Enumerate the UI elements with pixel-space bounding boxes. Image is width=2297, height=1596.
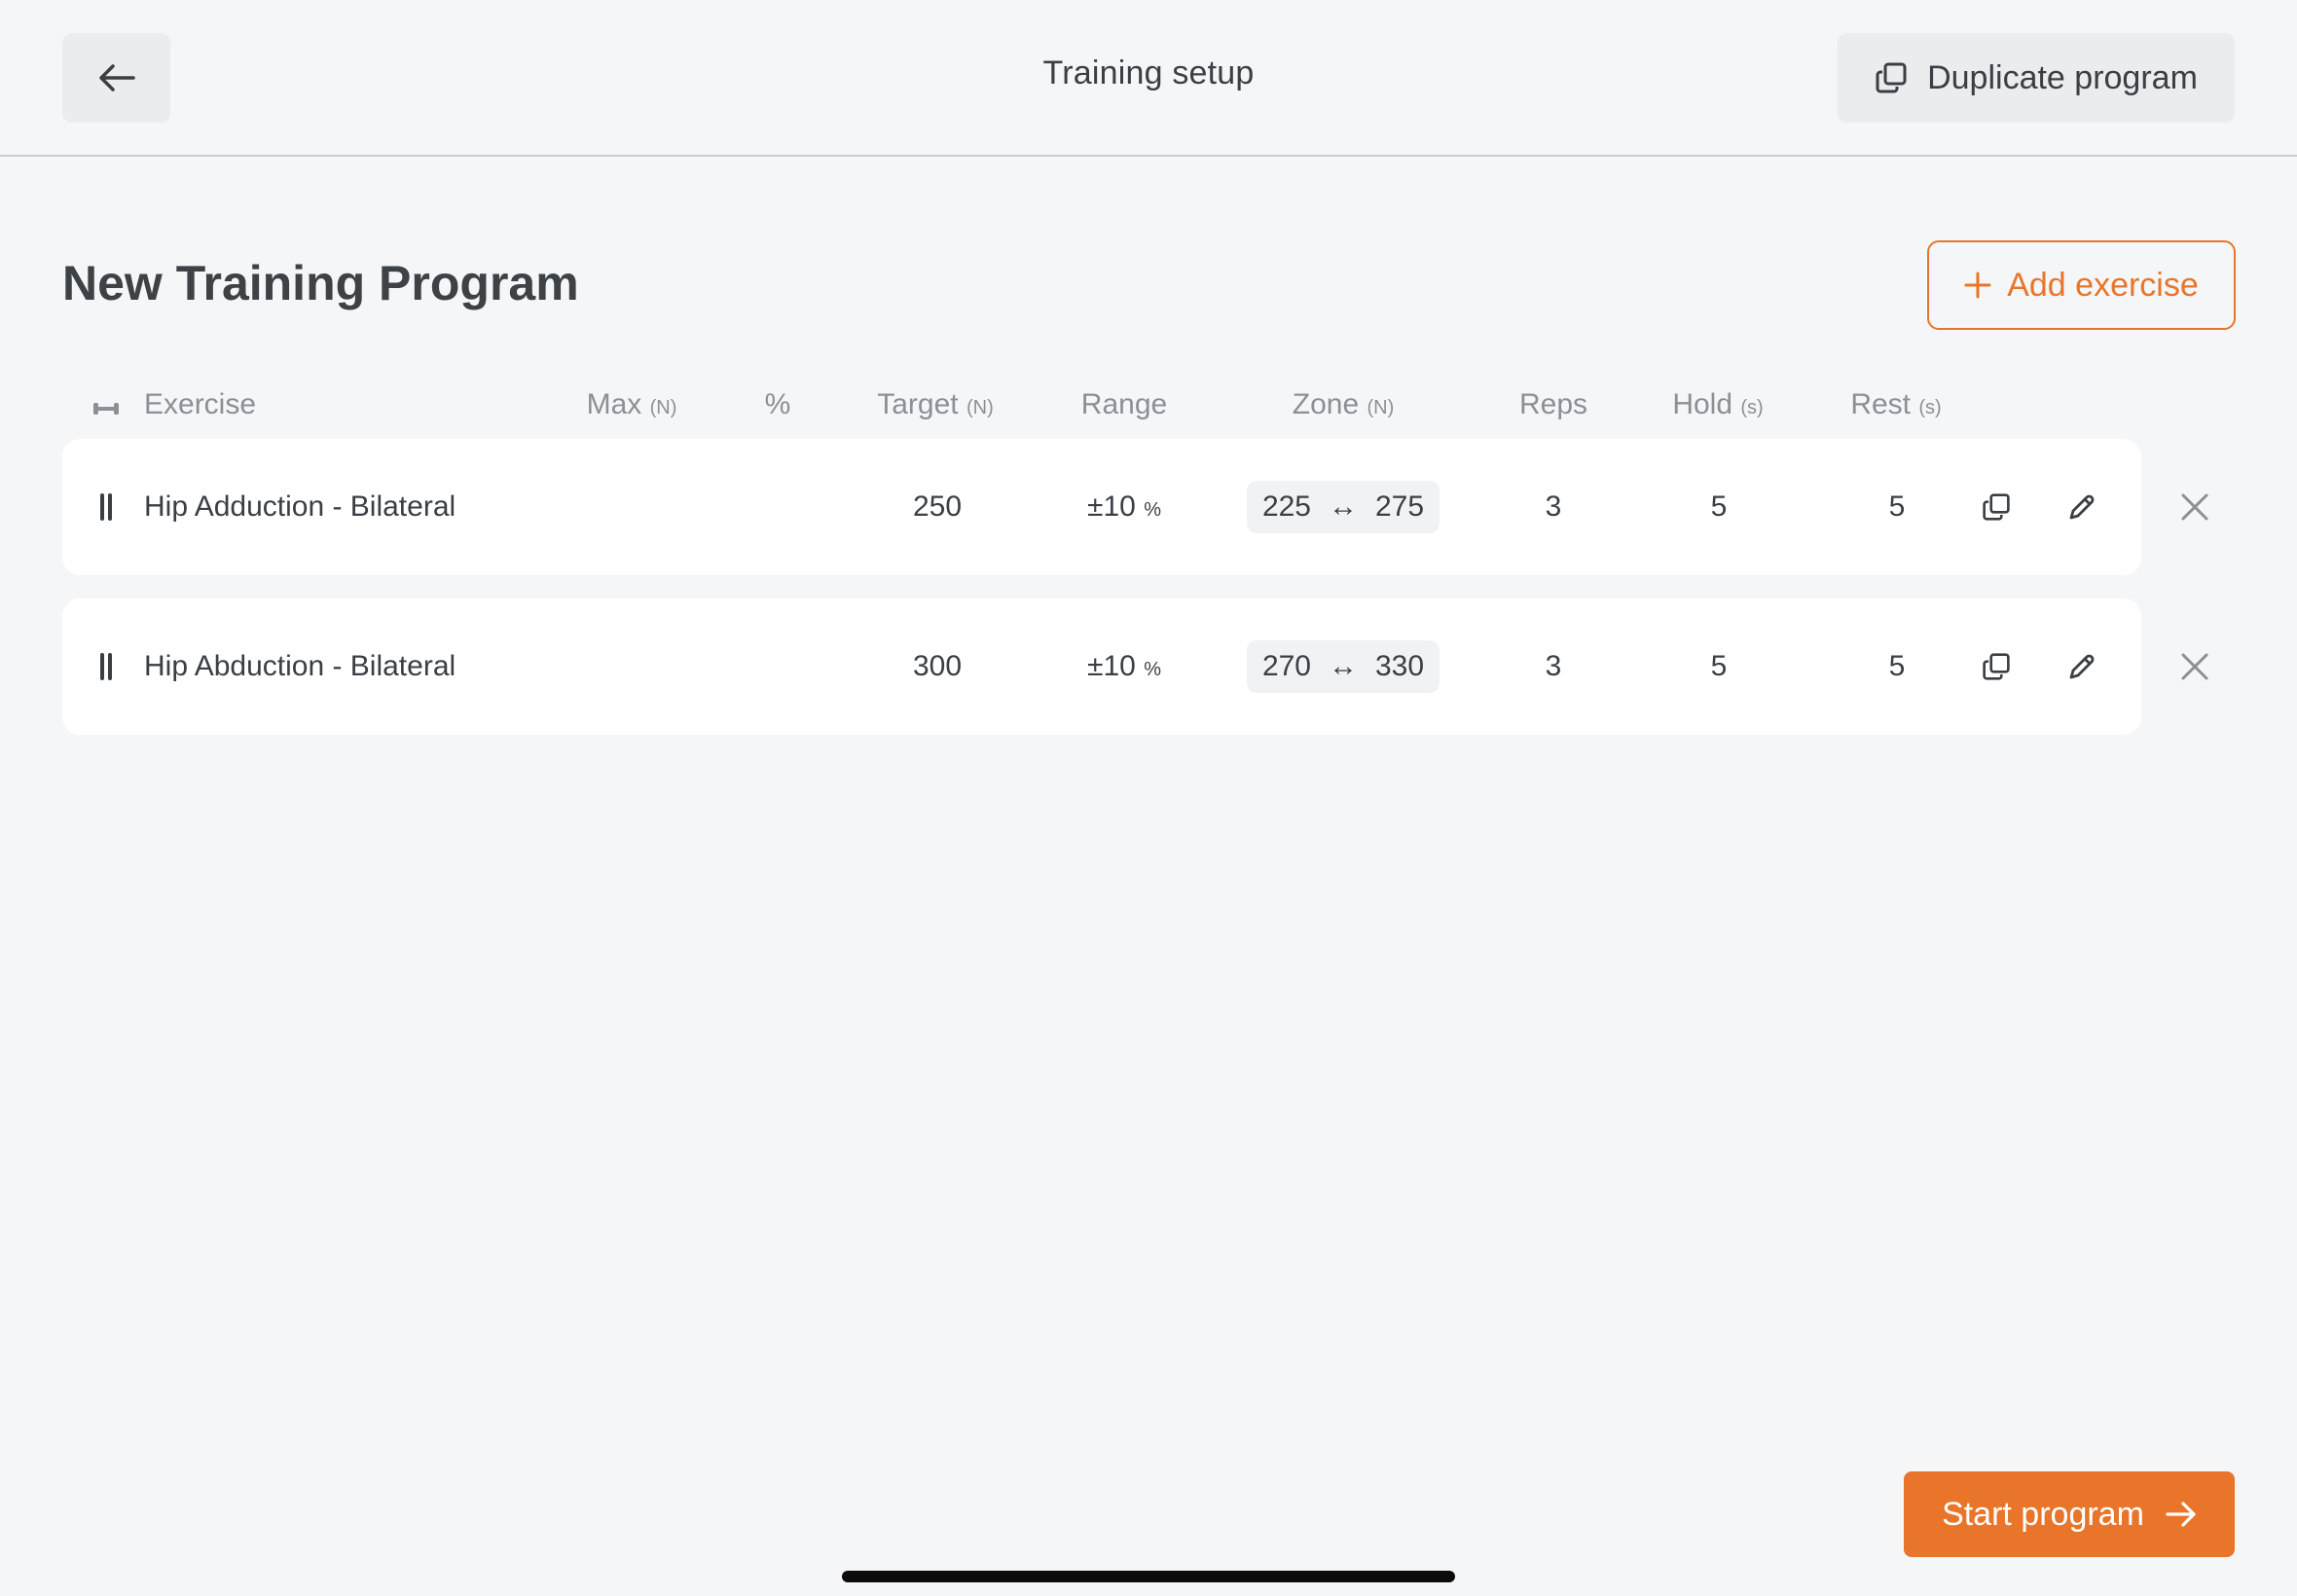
duplicate-program-label: Duplicate program — [1927, 58, 2198, 96]
exercise-reps: 3 — [1545, 490, 1562, 523]
exercise-range: ±10 % — [1087, 650, 1161, 682]
exercise-hold: 5 — [1710, 650, 1728, 682]
arrow-right-icon — [2166, 1502, 2196, 1527]
column-percent: % — [764, 388, 791, 420]
exercise-row[interactable]: Hip Adduction - Bilateral 250 ±10 % 225 ↔… — [62, 439, 2141, 575]
start-program-label: Start program — [1942, 1495, 2144, 1533]
start-program-button[interactable]: Start program — [1904, 1471, 2235, 1557]
close-icon — [2181, 653, 2208, 680]
exercise-target: 300 — [912, 650, 963, 682]
exercise-target: 250 — [912, 490, 963, 523]
zone-arrow-icon: ↔ — [1329, 490, 1358, 523]
exercise-rest: 5 — [1888, 490, 1906, 523]
plus-icon — [1964, 272, 1991, 299]
exercise-zone: 270 ↔ 330 — [1246, 640, 1440, 693]
exercise-zone: 225 ↔ 275 — [1246, 481, 1440, 533]
copy-icon — [1983, 653, 2010, 680]
pencil-icon — [2069, 654, 2095, 679]
remove-exercise-button[interactable] — [2175, 488, 2214, 526]
program-title: New Training Program — [62, 256, 579, 310]
column-max: Max (N) — [586, 388, 677, 420]
add-exercise-label: Add exercise — [2007, 266, 2199, 304]
column-zone: Zone (N) — [1292, 388, 1395, 420]
column-reps: Reps — [1518, 388, 1588, 420]
home-indicator[interactable] — [842, 1571, 1455, 1582]
duplicate-program-button[interactable]: Duplicate program — [1838, 33, 2235, 123]
exercise-range: ±10 % — [1087, 490, 1161, 523]
exercise-hold: 5 — [1710, 490, 1728, 523]
column-hold: Hold (s) — [1672, 388, 1764, 420]
edit-exercise-button[interactable] — [2062, 488, 2101, 526]
exercise-reps: 3 — [1545, 650, 1562, 682]
duplicate-exercise-button[interactable] — [1977, 647, 2016, 686]
column-target: Target (N) — [877, 388, 994, 420]
close-icon — [2181, 493, 2208, 521]
column-range: Range — [1080, 388, 1168, 420]
exercise-name: Hip Abduction - Bilateral — [144, 650, 456, 682]
edit-exercise-button[interactable] — [2062, 647, 2101, 686]
exercise-name: Hip Adduction - Bilateral — [144, 490, 456, 523]
drag-handle-icon[interactable] — [98, 653, 114, 680]
exercise-row[interactable]: Hip Abduction - Bilateral 300 ±10 % 270 ↔… — [62, 598, 2141, 735]
exercise-rest: 5 — [1888, 650, 1906, 682]
drag-handle-icon[interactable] — [98, 493, 114, 521]
copy-icon — [1876, 62, 1907, 93]
duplicate-exercise-button[interactable] — [1977, 488, 2016, 526]
column-rest: Rest (s) — [1850, 388, 1942, 420]
table-header: Exercise Max (N) % Target (N) Range Zone… — [62, 384, 2141, 431]
top-bar: Training setup Duplicate program — [0, 0, 2297, 157]
copy-icon — [1983, 493, 2010, 521]
remove-exercise-button[interactable] — [2175, 647, 2214, 686]
column-exercise: Exercise — [144, 388, 257, 420]
add-exercise-button[interactable]: Add exercise — [1927, 240, 2236, 330]
zone-arrow-icon: ↔ — [1329, 650, 1358, 682]
dumbbell-icon — [91, 394, 121, 427]
pencil-icon — [2069, 494, 2095, 520]
